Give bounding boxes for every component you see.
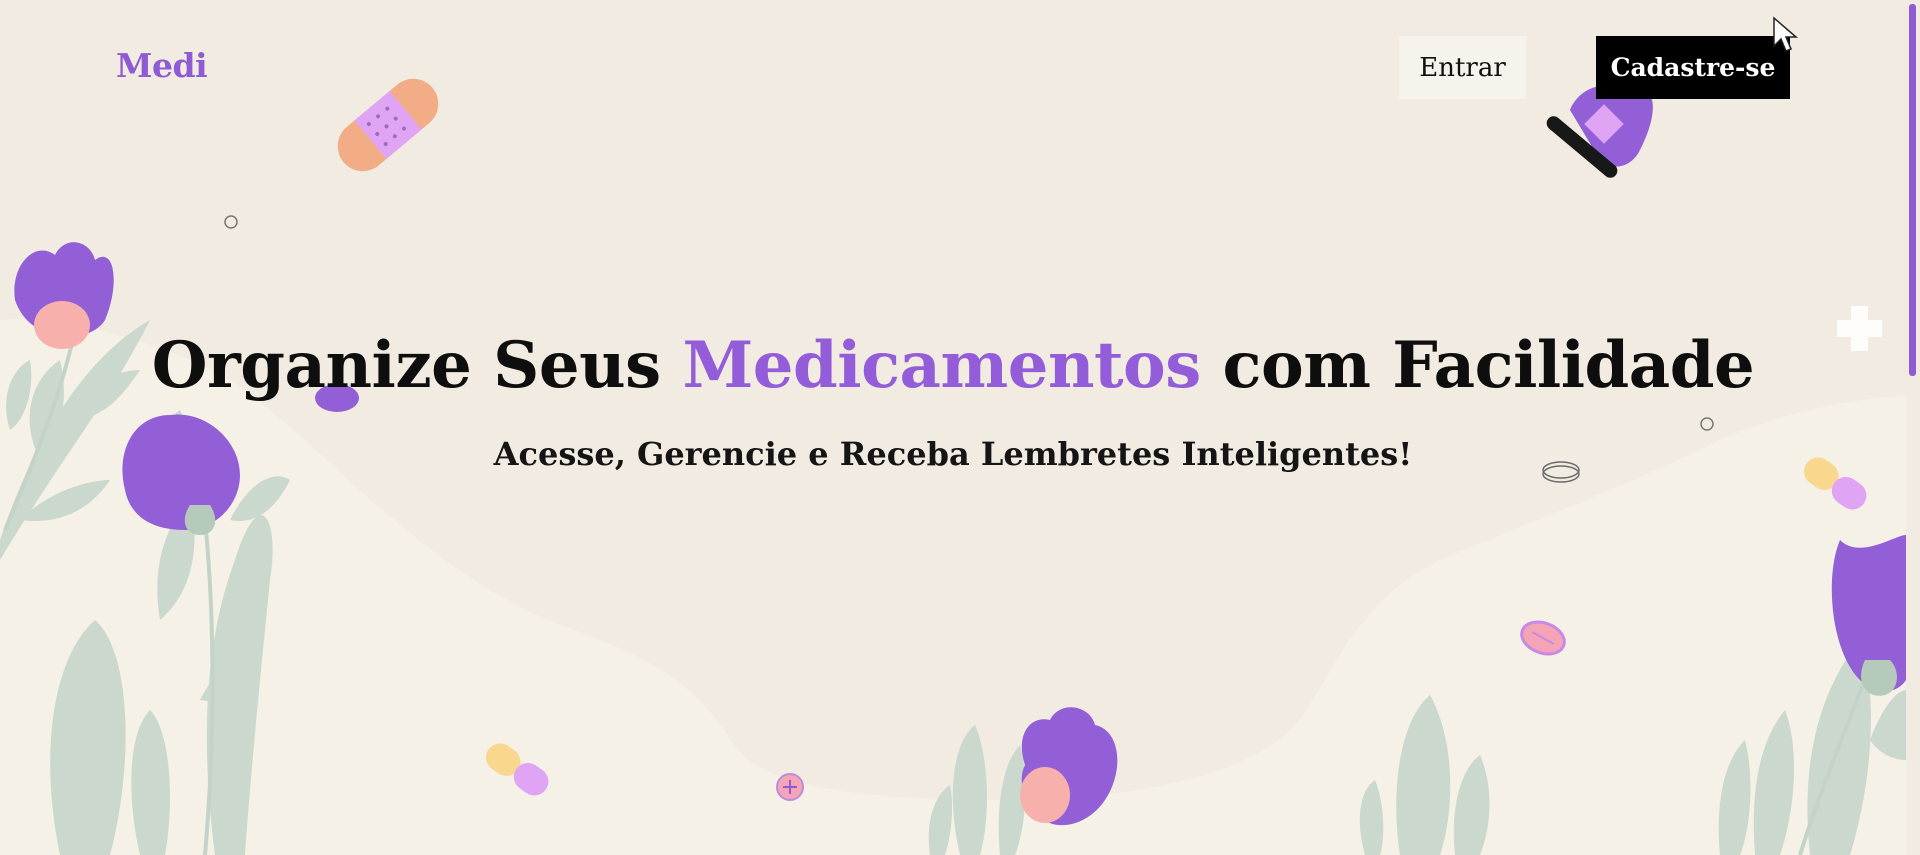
headline-text-end: com Facilidade — [1200, 328, 1755, 403]
login-button[interactable]: Entrar — [1399, 36, 1526, 99]
leaf-branch-center — [928, 725, 1026, 855]
hero-subheadline: Acesse, Gerencie e Receba Lembretes Inte… — [493, 435, 1413, 473]
signup-button[interactable]: Cadastre-se — [1596, 36, 1790, 99]
hero-headline: Organize Seus Medicamentos com Facilidad… — [0, 328, 1906, 403]
scrollbar-thumb[interactable] — [1909, 4, 1916, 376]
hero-section: Medi Entrar Cadastre-se Organize Seus Me… — [0, 0, 1906, 855]
headline-text: Organize Seus — [151, 328, 683, 403]
ring-icon — [1700, 417, 1714, 431]
headline-accent: Medicamentos — [682, 328, 1201, 403]
logo[interactable]: Medi — [116, 46, 208, 85]
ring-icon — [224, 215, 238, 229]
hero-illustration — [0, 78, 1906, 855]
glove-icon — [1546, 85, 1653, 178]
cursor-icon — [1773, 16, 1799, 52]
bandage-icon — [337, 78, 439, 172]
